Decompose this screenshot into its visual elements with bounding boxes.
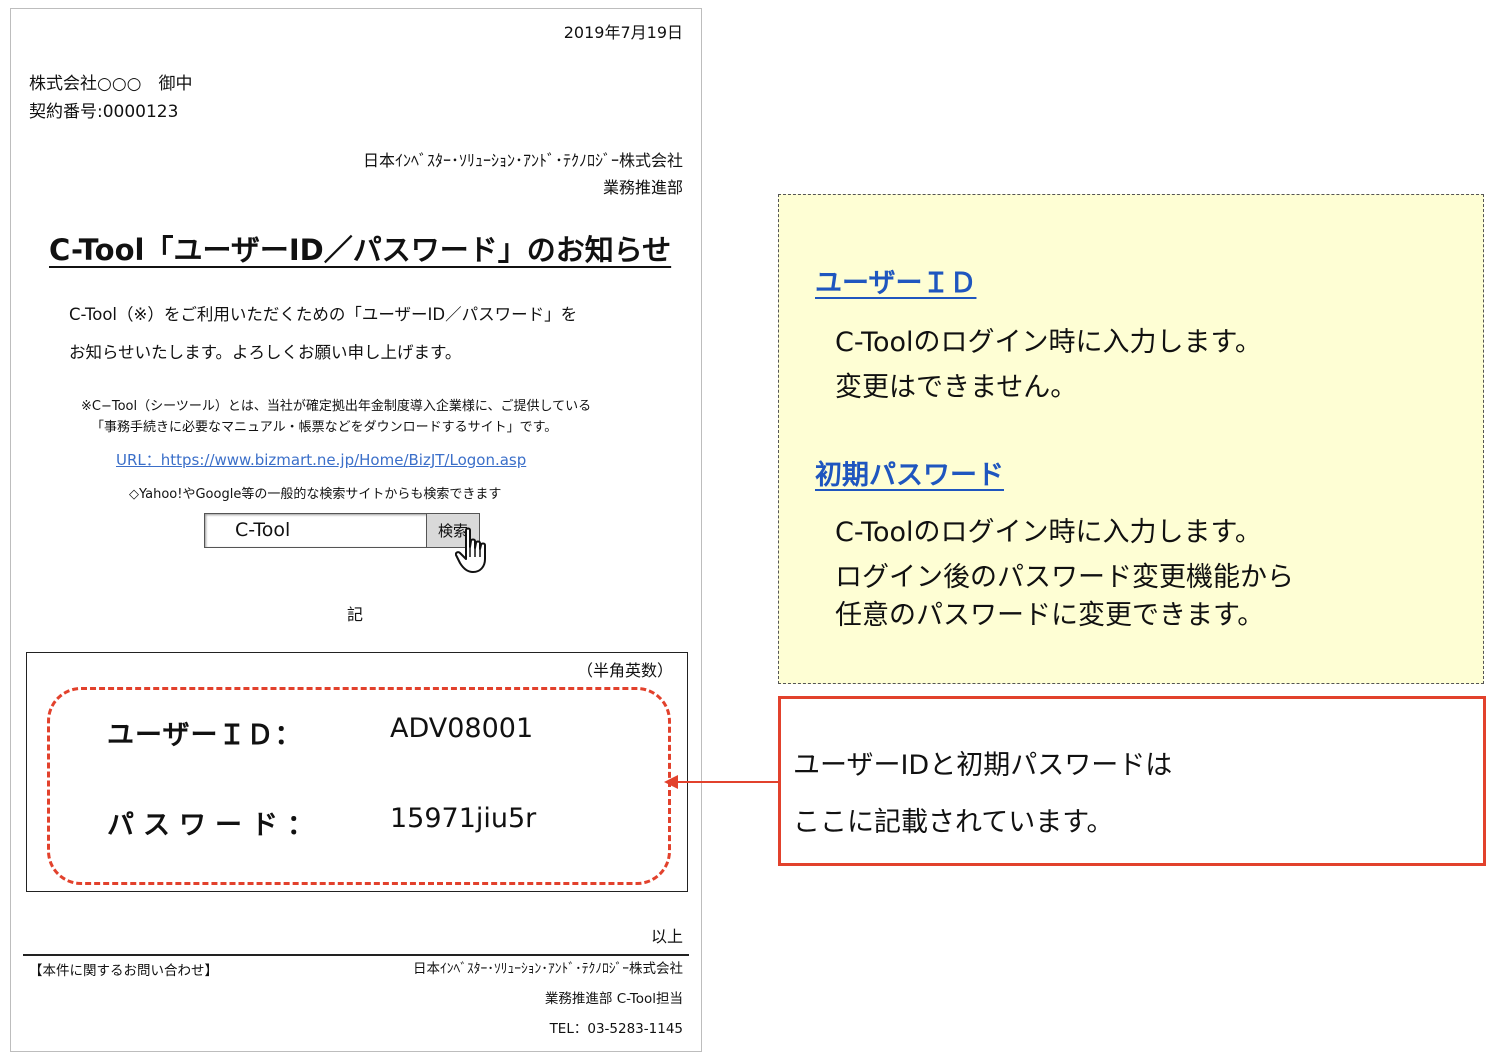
password-desc-2: ログイン後のパスワード変更機能から: [835, 562, 1294, 593]
ki-mark: 記: [347, 605, 364, 624]
callout-line-1: ユーザーIDと初期パスワードは: [793, 750, 1173, 781]
notice-document: 2019年7月19日 株式会社○○○ 御中 契約番号:0000123 日本ｲﾝﾍ…: [10, 8, 702, 1052]
user-id-desc-2: 変更はできません。: [835, 372, 1078, 403]
credentials-box: （半角英数） ユーザーＩＤ： ADV08001 パスワード： 15971jiu5…: [26, 652, 688, 892]
contract-number: 契約番号:0000123: [29, 102, 179, 122]
user-id-heading: ユーザーＩＤ: [815, 268, 977, 299]
footer-tel: TEL：03-5283-1145: [549, 1021, 683, 1037]
document-title: C-Tool「ユーザーID／パスワード」のお知らせ: [49, 233, 672, 267]
password-label: パスワード：: [107, 810, 323, 841]
login-url-link[interactable]: URL：https://www.bizmart.ne.jp/Home/BizJT…: [116, 449, 526, 470]
callout-line-2: ここに記載されています。: [793, 807, 1114, 838]
search-hint: ◇Yahoo!やGoogle等の一般的な検索サイトからも検索できます: [129, 487, 502, 502]
closing-mark: 以上: [650, 927, 683, 946]
user-id-value: ADV08001: [390, 713, 534, 744]
note-line-1: ※C−Tool（シーツール）とは、当社が確定拠出年金制度導入企業様に、ご提供して…: [81, 399, 592, 414]
search-input-value: C-Tool: [235, 519, 291, 541]
search-input[interactable]: C-Tool: [204, 513, 427, 548]
explanation-panel: ユーザーＩＤ C-Toolのログイン時に入力します。 変更はできません。 初期パ…: [778, 194, 1484, 684]
sender-department: 業務推進部: [602, 178, 683, 197]
inquiry-heading: 【本件に関するお問い合わせ】: [29, 963, 218, 979]
addressee: 株式会社○○○ 御中: [29, 74, 193, 94]
document-date: 2019年7月19日: [563, 23, 683, 42]
password-desc-1: C-Toolのログイン時に入力します。: [835, 517, 1262, 548]
body-line-1: C-Tool（※）をご利用いただくための「ユーザーID／パスワード」を: [69, 305, 578, 324]
footer-divider: [23, 954, 689, 956]
callout-box: ユーザーIDと初期パスワードは ここに記載されています。: [778, 696, 1486, 866]
body-line-2: お知らせいたします。よろしくお願い申し上げます。: [69, 343, 462, 362]
password-heading: 初期パスワード: [815, 460, 1004, 491]
note-line-2: 「事務手続きに必要なマニュアル・帳票などをダウンロードするサイト」です。: [91, 420, 558, 435]
callout-arrow-icon: [664, 775, 780, 789]
footer-department: 業務推進部 C-Tool担当: [544, 991, 683, 1007]
hand-cursor-icon: [455, 527, 486, 573]
hankaku-note: （半角英数）: [576, 661, 673, 680]
sender-company: 日本ｲﾝﾍﾞｽﾀｰ･ｿﾘｭｰｼｮﾝ･ｱﾝﾄﾞ･ﾃｸﾉﾛｼﾞｰ株式会社: [362, 151, 683, 170]
user-id-label: ユーザーＩＤ：: [107, 720, 303, 751]
user-id-desc-1: C-Toolのログイン時に入力します。: [835, 327, 1262, 358]
password-value: 15971jiu5r: [390, 803, 537, 834]
footer-company: 日本ｲﾝﾍﾞｽﾀｰ･ｿﾘｭｰｼｮﾝ･ｱﾝﾄﾞ･ﾃｸﾉﾛｼﾞｰ株式会社: [413, 961, 683, 977]
password-desc-3: 任意のパスワードに変更できます。: [835, 600, 1265, 631]
